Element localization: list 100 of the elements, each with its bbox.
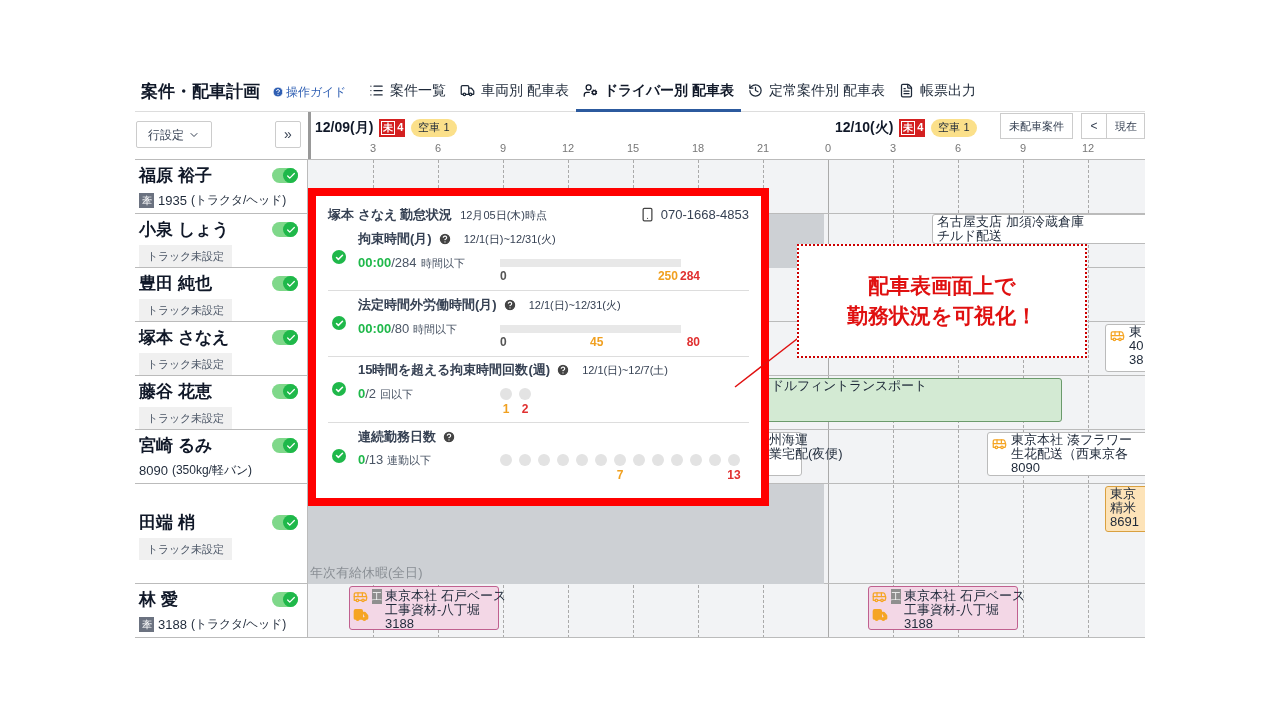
metric-title: 15時間を超える拘束時間回数(週) [358,361,551,380]
job-text: 名古屋支店 加須冷蔵倉庫 [937,215,1084,229]
vehicle-type: (350kg/軽バン) [171,462,252,480]
job-text: 工事資材-八丁堀 [904,603,1001,617]
metric-period: 12/1(日)~12/31(火) [463,231,556,247]
hour-tick: 9 [499,141,507,156]
list-icon [369,82,384,98]
job-type-badge: 工 [372,589,382,604]
job-text: 8090 [1011,461,1041,475]
metric-unit: 時間以下 [413,321,458,337]
help-icon [442,429,456,444]
job-card[interactable]: 東 40 38 [1105,324,1145,372]
status-toggle[interactable] [272,592,298,608]
empty-vehicle-badge: 空車 1 [931,118,977,137]
job-text: 東京本社 湊フラワー [1011,433,1132,447]
truck-icon [460,82,475,98]
scale-label: 250 [657,267,678,285]
driver-name[interactable]: 福原 裕子 [139,163,212,189]
vehicle-type-badge: 牽 [139,192,154,208]
metric-period: 12/1(日)~12/7(土) [582,362,669,378]
leave-label: 年次有給休暇(全日) [309,563,424,582]
metric-value: 0 [358,451,366,470]
check-icon [285,278,296,289]
truck-unset-chip: トラック未設定 [139,537,232,560]
job-text: 工事資材-八丁堀 [385,603,482,617]
status-toggle[interactable] [272,222,298,238]
metric-period: 12/1(日)~12/31(火) [528,297,621,313]
hour-tick: 15 [626,141,640,156]
status-toggle[interactable] [272,438,298,454]
guide-link[interactable]: 操作ガイド [272,82,346,101]
nav-tab[interactable]: 車両別 配車表 [453,72,576,112]
hour-tick: 9 [1019,141,1027,156]
scale-label: 0 [500,333,507,351]
help-icon [502,298,517,312]
callout-text: 配車表画面上で [868,273,1016,299]
nav-tab[interactable]: 帳票出力 [891,72,983,112]
truck-unset-chip: トラック未設定 [139,244,232,267]
hour-tick: 6 [434,141,442,156]
job-text: ドルフィントランスポート [771,379,928,393]
unassigned-jobs-button[interactable]: 未配車案件 [1000,113,1073,139]
nav-tab[interactable]: 案件一覧 [362,72,453,112]
row-settings-button[interactable]: 行設定 [136,121,212,148]
check-icon [285,517,296,528]
vehicle-type-badge: 牽 [139,616,154,632]
document-icon [898,82,914,98]
user-gear-icon [582,82,598,98]
scale-label: 7 [616,467,624,485]
page-title: 案件・配車計画 [141,80,260,103]
hour-tick: 0 [824,141,832,156]
unassigned-badge: 未 4 [379,118,406,137]
day-label: 12/09(月) [315,118,374,137]
job-text: 3188 [385,617,415,631]
status-toggle[interactable] [272,384,298,400]
vehicle-number: 1935 [158,191,187,210]
scale-label: 1 [502,400,510,418]
driver-name[interactable]: 塚本 さなえ [139,325,229,351]
check-icon [285,224,296,235]
popup-title: 塚本 さなえ 勤怠状況 [328,206,453,224]
history-icon [747,82,763,98]
expand-button[interactable]: » [275,121,301,148]
driver-name[interactable]: 藤谷 花恵 [139,379,212,405]
scale-label: 45 [590,333,604,351]
previous-button[interactable]: < [1081,113,1107,139]
driver-name[interactable]: 林 愛 [139,587,178,613]
nav-tab[interactable]: ドライバー別 配車表 [575,72,741,112]
hour-tick: 3 [369,141,377,156]
status-toggle[interactable] [272,276,298,292]
truck-unset-chip: トラック未設定 [139,406,232,429]
hour-tick: 12 [561,141,575,156]
driver-name[interactable]: 田端 梢 [139,510,195,536]
job-text: 州海運 [769,433,809,447]
hour-tick: 3 [889,141,897,156]
help-icon [437,232,452,246]
metric-title: 連続勤務日数 [358,427,436,446]
job-text: 3188 [904,617,934,631]
scale-label: 0 [500,267,507,285]
driver-name[interactable]: 小泉 しょう [139,217,229,243]
status-toggle[interactable] [272,330,298,346]
truck-icon [872,607,888,623]
today-button[interactable]: 現在 [1107,113,1145,139]
job-type-badge: 工 [891,589,901,604]
metric-title: 法定時間外労働時間(月) [358,296,497,315]
metric-value: 00:00 [358,319,392,338]
status-toggle[interactable] [272,168,298,184]
job-card[interactable]: 名古屋支店 加須冷蔵倉庫 チルド配送 [932,214,1145,244]
metric-unit: 時間以下 [420,255,465,271]
nav-tab[interactable]: 定常案件別 配車表 [740,72,892,112]
metric-limit: /80 [391,319,410,338]
driver-name[interactable]: 豊田 純也 [139,271,212,297]
metric-limit: /284 [391,253,417,272]
metric-limit: /2 [365,384,377,403]
job-card[interactable]: 東京本社 湊フラワー 生花配送（西東京各 8090 [987,432,1145,476]
hour-tick: 6 [954,141,962,156]
hour-tick: 21 [756,141,770,156]
job-text: 8691 [1110,515,1140,529]
status-toggle[interactable] [272,515,298,531]
bus-icon [872,589,887,604]
job-card[interactable]: 東京 精米 8691 [1105,486,1145,532]
driver-name[interactable]: 宮崎 るみ [139,433,212,459]
truck-unset-chip: トラック未設定 [139,298,232,321]
